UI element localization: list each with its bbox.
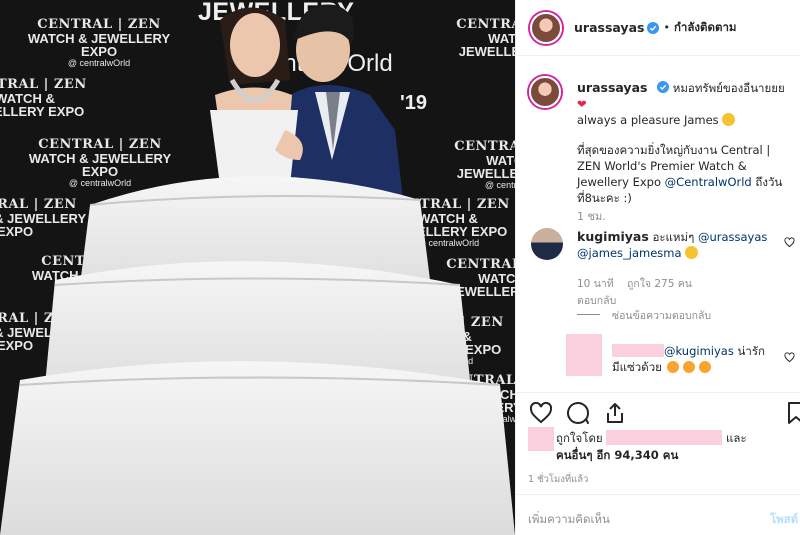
comment-icon[interactable] <box>566 401 590 425</box>
avatar[interactable] <box>530 11 562 44</box>
heart-eyes-emoji-icon <box>682 361 695 373</box>
caption-line1: หมอทรัพย์ของอีนายยย <box>672 81 785 95</box>
red-heart-emoji-icon: ❤ <box>577 97 587 111</box>
liked-by-label: ถูกใจโดย <box>556 431 603 445</box>
verified-badge-icon <box>657 81 670 93</box>
like-heart-icon[interactable] <box>529 401 553 425</box>
comment-mention-link[interactable]: @urassayas <box>698 230 767 244</box>
reply-text: มีแซ่วด้วย <box>612 360 662 374</box>
caption-timestamp[interactable]: 1 ชม. <box>577 207 606 225</box>
reply-mention-link[interactable]: @kugimiyas <box>664 344 734 358</box>
grinning-emoji-icon <box>685 246 699 259</box>
comment-like-heart-icon[interactable] <box>784 237 795 248</box>
verified-badge-icon <box>647 21 660 34</box>
caption-avatar[interactable] <box>529 76 561 108</box>
redacted-avatar[interactable] <box>566 334 602 376</box>
likes-others-count[interactable]: คนอื่นๆ อีก 94,340 คน <box>556 448 678 462</box>
comment-like-count[interactable]: ถูกใจ 275 คน <box>627 278 692 290</box>
comment-username[interactable]: kugimiyas <box>577 229 649 244</box>
heart-eyes-emoji-icon <box>666 361 679 373</box>
reply-divider <box>577 314 600 315</box>
bookmark-icon[interactable] <box>784 401 800 425</box>
share-icon[interactable] <box>603 401 627 425</box>
header-separator: • <box>663 21 670 34</box>
post-timestamp[interactable]: 1 ชั่วโมงที่แล้ว <box>528 472 588 487</box>
redacted-username[interactable] <box>612 344 664 357</box>
comment-meta: 10 นาที ถูกใจ 275 คน ตอบกลับ <box>577 275 692 309</box>
grinning-emoji-icon <box>722 113 736 126</box>
reply-like-heart-icon[interactable] <box>784 352 795 363</box>
comment-input-divider <box>515 494 800 495</box>
comment-avatar[interactable] <box>531 228 563 260</box>
add-comment-input[interactable]: เพิ่มความคิดเห็น <box>528 511 610 529</box>
redacted-liker-name[interactable] <box>606 430 723 445</box>
following-button[interactable]: กำลังติดตาม <box>674 19 737 37</box>
header-username[interactable]: urassayas <box>574 20 644 35</box>
reply-item: @kugimiyas น่ารัก มีแซ่วด้วย <box>612 343 782 375</box>
caption-line2: always a pleasure James <box>577 113 719 127</box>
caption-username[interactable]: urassayas <box>577 80 647 95</box>
comment-reply-button[interactable]: ตอบกลับ <box>577 295 616 307</box>
caption-mention-link[interactable]: @CentralwOrld <box>665 175 752 189</box>
post-header: urassayas • กำลังติดตาม <box>516 0 800 56</box>
comment-text: อะแหม่ๆ <box>652 230 698 244</box>
comment-mention-link[interactable]: @james_jamesma <box>577 246 682 260</box>
likes-and-label: และ <box>725 431 747 445</box>
post-photo[interactable]: CENTRAL | ZEN WATCH & JEWELLERY EXPO @ c… <box>0 0 515 535</box>
hide-replies-button[interactable]: ซ่อนข้อความตอบกลับ <box>612 307 711 324</box>
actions-divider <box>515 392 800 393</box>
comment-timestamp[interactable]: 10 นาที <box>577 278 614 290</box>
post-comment-button[interactable]: โพสต์ <box>770 511 798 529</box>
couple-illustration <box>0 4 515 535</box>
comment-item: kugimiyas อะแหม่ๆ @urassayas @james_jame… <box>577 229 782 261</box>
heart-eyes-emoji-icon <box>698 361 711 373</box>
likes-summary: ถูกใจโดย และ คนอื่นๆ อีก 94,340 คน <box>556 430 800 464</box>
reply-text: น่ารัก <box>733 344 765 358</box>
post-caption: urassayas หมอทรัพย์ของอีนายยย ❤ always a… <box>577 80 795 206</box>
instagram-post-view: CENTRAL | ZEN WATCH & JEWELLERY EXPO @ c… <box>0 0 800 535</box>
redacted-liker-avatar[interactable] <box>528 427 554 451</box>
